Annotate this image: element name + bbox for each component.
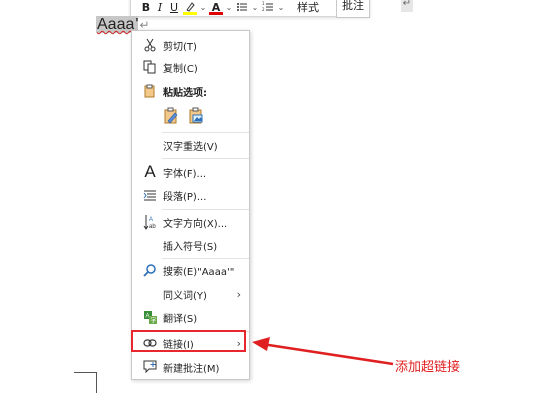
numbering-dropdown-icon[interactable]: ⌄ [277, 0, 285, 16]
menu-item-translate[interactable]: A字 翻译(S) [132, 307, 249, 327]
selected-text[interactable]: Aaaa [96, 16, 135, 33]
svg-text:A: A [149, 217, 153, 223]
clipboard-icon [142, 83, 158, 99]
chevron-right-icon: › [236, 287, 241, 301]
menu-label-paragraph: 段落(P)... [163, 191, 207, 203]
highlight-dropdown-icon[interactable]: ⌄ [199, 0, 207, 16]
styles-button[interactable]: 样式 [291, 0, 325, 16]
menu-item-font[interactable]: A 字体(F)... [132, 162, 249, 182]
menu-item-copy[interactable]: 复制(C) [132, 57, 249, 77]
menu-label-new-comment: 新建批注(M) [163, 363, 220, 375]
paste-picture-icon[interactable] [187, 107, 207, 127]
bullet-list-icon [237, 3, 247, 11]
menu-label-insert-symbol: 插入符号(S) [163, 241, 218, 253]
paste-keep-formatting-icon[interactable] [162, 107, 182, 127]
menu-label-text-direction: 文字方向(X)... [163, 218, 228, 230]
mini-toolbar: B I U ⌄ A ⌄ ⌄ 12 ⌄ 样式 批注 [130, 0, 370, 18]
scissors-icon [142, 37, 158, 53]
svg-text:2: 2 [262, 7, 265, 12]
underline-button[interactable]: U [167, 0, 181, 16]
svg-text:ab: ab [149, 224, 156, 230]
paragraph-icon [142, 187, 158, 203]
svg-text:A: A [145, 313, 149, 319]
annotation-text: 添加超链接 [395, 360, 461, 375]
menu-item-paste-options: 粘贴选项: [132, 81, 249, 101]
menu-label-copy: 复制(C) [163, 63, 198, 75]
menu-label-cut: 剪切(T) [163, 41, 197, 53]
menu-label-font: 字体(F)... [163, 168, 207, 180]
numbered-list-icon: 12 [262, 1, 273, 12]
search-icon [142, 262, 158, 278]
svg-text:1: 1 [262, 1, 265, 6]
menu-item-search[interactable]: 搜索(E)"Aaaa'" [132, 260, 249, 280]
highlight-button[interactable] [181, 0, 199, 16]
svg-text:字: 字 [150, 316, 156, 324]
text-direction-icon: Aab [142, 214, 158, 230]
annotation-arrow [252, 337, 394, 366]
menu-label-paste-options: 粘贴选项: [163, 87, 207, 99]
menu-item-text-direction[interactable]: Aab 文字方向(X)... [132, 212, 249, 232]
menu-label-search: 搜索(E)"Aaaa'" [163, 266, 235, 278]
font-color-button[interactable]: A [207, 0, 225, 16]
font-color-dropdown-icon[interactable]: ⌄ [225, 0, 233, 16]
bullets-button[interactable] [233, 0, 251, 16]
menu-item-synonyms[interactable]: 同义词(Y) › [132, 284, 249, 304]
numbering-button[interactable]: 12 [259, 0, 277, 16]
copy-icon [142, 59, 158, 75]
menu-item-cut[interactable]: 剪切(T) [132, 35, 249, 55]
font-icon: A [144, 162, 156, 181]
menu-item-reconvert[interactable]: 汉字重选(V) [132, 135, 249, 155]
menu-item-paragraph[interactable]: 段落(P)... [132, 185, 249, 205]
bold-button[interactable]: B [139, 0, 153, 16]
link-highlight-box [131, 330, 246, 352]
italic-button[interactable]: I [153, 0, 167, 16]
menu-label-synonyms: 同义词(Y) [163, 290, 207, 302]
bullets-dropdown-icon[interactable]: ⌄ [251, 0, 259, 16]
paragraph-mark-icon: ↵ [401, 0, 413, 12]
menu-item-new-comment[interactable]: 新建批注(M) [132, 357, 249, 377]
translate-icon: A字 [142, 309, 158, 325]
comment-icon [142, 359, 158, 375]
comment-button[interactable]: 批注 [336, 0, 370, 18]
menu-label-reconvert: 汉字重选(V) [163, 141, 218, 153]
context-menu: 剪切(T) 复制(C) 粘贴选项: 汉字重选(V) A 字体(F)... 段落(… [131, 30, 250, 380]
menu-item-insert-symbol[interactable]: 插入符号(S) [132, 235, 249, 255]
menu-label-translate: 翻译(S) [163, 313, 198, 325]
